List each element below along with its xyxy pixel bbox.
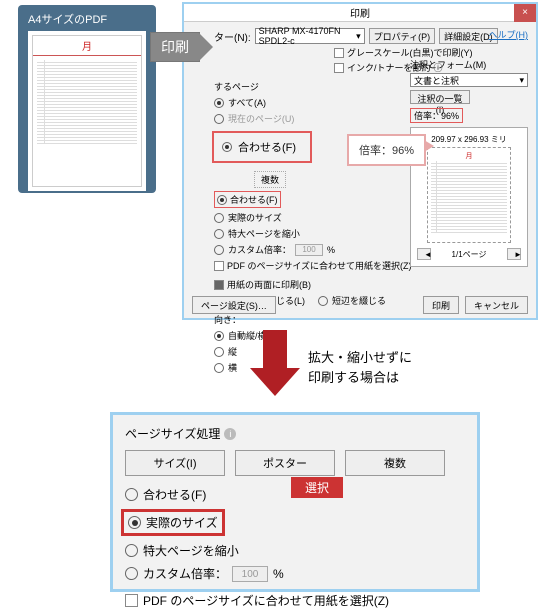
pdf-month: 月 [33,36,141,56]
landscape-radio[interactable] [214,363,224,373]
fit-small-radio[interactable] [217,195,227,205]
fit-radio[interactable] [222,142,232,152]
print-dialog: 印刷 × ヘルプ(H) ター(N): SHARP MX-4170FN SPDL2… [182,2,538,320]
all-pages-radio[interactable] [214,98,224,108]
pdf-calendar-lines: for(let i=0;i<28;i++)document.write('<di… [33,56,141,144]
annotations-list-button[interactable]: 注釈の一覧(I) [410,90,470,104]
count-button[interactable]: 複数 [254,171,286,188]
arrow-caption: 拡大・縮小せずに印刷する場合は [308,348,412,387]
pdf-thumbnail-panel: A4サイズのPDF 月 for(let i=0;i<28;i++)documen… [18,5,156,193]
page-size-panel: ページサイズ処理 i サイズ(I) ポスター 複数 選択 合わせる(F) 実際の… [110,412,480,592]
duplex-checkbox[interactable] [214,280,224,290]
pdf-page: 月 for(let i=0;i<28;i++)document.write('<… [28,31,146,191]
print-button[interactable]: 印刷 [423,296,459,314]
multi-tab[interactable]: 複数 [345,450,445,476]
arrow-down-icon [250,330,300,400]
lower-fit-radio[interactable] [125,488,138,501]
close-icon[interactable]: × [514,4,536,22]
pdf-label: A4サイズのPDF [28,11,146,27]
poster-tab[interactable]: ポスター [235,450,335,476]
chevron-down-icon: ▾ [519,75,524,86]
lower-pdf-paper-checkbox[interactable] [125,594,138,607]
print-badge: 印刷 [150,32,200,62]
size-tab[interactable]: サイズ(I) [125,450,225,476]
lower-custom-radio[interactable] [125,567,138,580]
custom-scale-input[interactable]: 100 [295,244,323,256]
actual-size-radio[interactable] [214,213,224,223]
shrink-large-radio[interactable] [214,229,224,239]
select-badge: 選択 [291,477,343,498]
lower-actual-radio[interactable] [128,516,141,529]
properties-button[interactable]: プロパティ(P) [369,28,435,44]
printer-label: ター(N): [214,29,251,44]
preview-month: 月 [431,151,507,161]
lower-shrink-radio[interactable] [125,544,138,557]
lower-custom-input[interactable]: 100 [232,566,268,582]
orientation-label: 向き： [214,313,528,326]
dialog-title: 印刷 [350,5,370,20]
fit-highlight-box: 合わせる(F) [212,131,312,163]
preview-panel: 注釈とフォーム(M) 文書と注釈▾ 注釈の一覧(I) 倍率：96% 209.97… [410,58,528,267]
pdf-paper-checkbox[interactable] [214,261,224,271]
prev-page-button[interactable]: ◄ [417,248,431,260]
chevron-down-icon: ▾ [356,31,361,42]
ratio-note: 倍率：96% [410,108,463,123]
page-setup-button[interactable]: ページ設定(S)… [192,296,276,314]
current-page-radio[interactable] [214,114,224,124]
annotations-label: 注釈とフォーム(M) [410,58,528,71]
printer-dropdown[interactable]: SHARP MX-4170FN SPDL2-c▾ [255,28,365,44]
annotations-dropdown[interactable]: 文書と注釈▾ [410,73,528,87]
save-ink-checkbox[interactable] [334,63,344,73]
portrait-radio[interactable] [214,347,224,357]
custom-scale-radio[interactable] [214,245,224,255]
info-icon[interactable]: i [224,428,236,440]
actual-highlight-box: 実際のサイズ [121,509,225,536]
ratio-callout: 倍率：96% [347,134,426,166]
help-link[interactable]: ヘルプ(H) [489,28,529,41]
cancel-button[interactable]: キャンセル [465,296,528,314]
titlebar: 印刷 × [184,4,536,22]
auto-orient-radio[interactable] [214,331,224,341]
grayscale-checkbox[interactable] [334,48,344,58]
next-page-button[interactable]: ► [507,248,521,260]
page-size-title: ページサイズ処理 [125,425,220,442]
page-indicator: 1/1ページ [452,249,487,260]
